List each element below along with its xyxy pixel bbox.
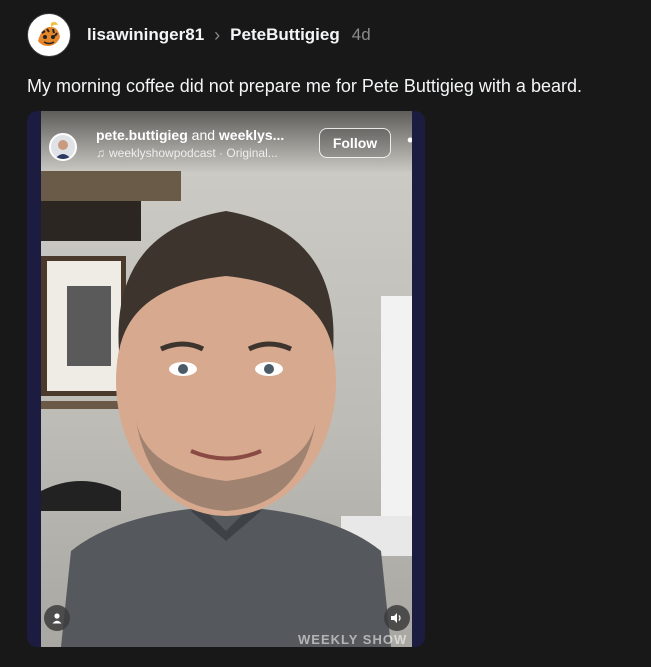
more-icon[interactable]: •••: [407, 131, 412, 152]
post-time[interactable]: 4d: [352, 25, 371, 45]
author-avatar[interactable]: [27, 13, 71, 57]
user-icon[interactable]: [44, 605, 70, 631]
music-note-icon: ♫: [96, 146, 105, 160]
post-caption: My morning coffee did not prepare me for…: [27, 76, 582, 96]
reply-to-username[interactable]: PeteButtigieg: [230, 25, 340, 45]
reel-title: pete.buttigieg and weeklys...: [96, 127, 284, 143]
post-header: lisawininger81 › PeteButtigieg 4d: [27, 12, 371, 58]
show-watermark: WEEKLY SHOW: [298, 632, 408, 647]
video-still-image: [41, 171, 412, 647]
reel-collab-name[interactable]: weeklys...: [219, 127, 284, 143]
reel-and-text: and: [191, 127, 216, 143]
author-username[interactable]: lisawininger81: [87, 25, 204, 45]
follow-button[interactable]: Follow: [319, 128, 391, 158]
video-embed[interactable]: pete.buttigieg and weeklys... ♫ weeklysh…: [27, 111, 425, 647]
speaker-icon[interactable]: [384, 605, 410, 631]
post-names: lisawininger81 › PeteButtigieg 4d: [87, 25, 371, 46]
reel-audio[interactable]: ♫ weeklyshowpodcast · Original...: [96, 146, 278, 160]
reel-account-name[interactable]: pete.buttigieg: [96, 127, 188, 143]
chevron-right-icon: ›: [214, 24, 221, 45]
reel-account-avatar[interactable]: [49, 133, 77, 161]
reel-audio-label: weeklyshowpodcast · Original...: [109, 146, 278, 160]
cartoon-avatar-image: [29, 15, 69, 55]
video-frame[interactable]: pete.buttigieg and weeklys... ♫ weeklysh…: [41, 111, 412, 647]
